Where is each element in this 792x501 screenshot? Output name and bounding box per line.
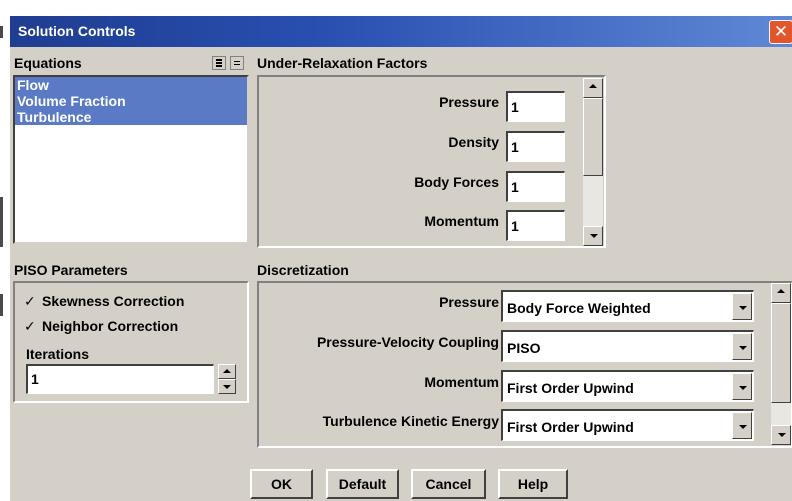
urf-density-label: Density — [448, 134, 499, 150]
list-item[interactable]: Turbulence — [15, 109, 247, 125]
help-button[interactable]: Help — [498, 469, 568, 499]
disc-momentum-select[interactable]: First Order Upwind — [501, 370, 754, 402]
spin-down-button[interactable] — [218, 379, 236, 394]
urf-density-field[interactable]: 1 — [506, 131, 565, 162]
up-arrow-icon — [223, 369, 231, 373]
urf-momentum-label: Momentum — [424, 213, 499, 229]
window-title: Solution Controls — [18, 23, 136, 39]
scroll-thumb[interactable] — [771, 303, 791, 403]
down-arrow-icon — [590, 234, 598, 238]
discretization-scrollbar[interactable] — [771, 283, 791, 445]
disc-tke-value: First Order Upwind — [507, 419, 634, 435]
chevron-down-icon — [739, 425, 747, 429]
dropdown-button[interactable] — [732, 373, 752, 400]
urf-scrollbar[interactable] — [583, 78, 603, 246]
dropdown-button[interactable] — [732, 333, 752, 360]
desktop-edge-mark — [0, 197, 3, 247]
chevron-down-icon — [739, 346, 747, 350]
desktop-edge — [0, 0, 10, 501]
down-arrow-icon — [223, 385, 231, 389]
list-item[interactable]: Flow — [15, 77, 247, 93]
dropdown-button[interactable] — [732, 412, 752, 439]
urf-body-forces-label: Body Forces — [414, 174, 499, 190]
check-icon: ✓ — [24, 318, 36, 334]
piso-label: PISO Parameters — [14, 262, 128, 278]
desktop-edge-mark — [0, 26, 3, 38]
title-bar: Solution Controls ✕ — [10, 16, 792, 47]
skewness-correction-label: Skewness Correction — [42, 293, 185, 309]
disc-pressure-label: Pressure — [439, 294, 499, 310]
urf-label: Under-Relaxation Factors — [257, 55, 428, 71]
disc-pressure-value: Body Force Weighted — [507, 300, 651, 316]
urf-pressure-field[interactable]: 1 — [506, 91, 565, 122]
neighbor-correction-label: Neighbor Correction — [42, 318, 179, 334]
disc-pv-coupling-value: PISO — [507, 340, 541, 356]
urf-momentum-field[interactable]: 1 — [506, 210, 565, 241]
disc-pressure-select[interactable]: Body Force Weighted — [501, 290, 754, 322]
iterations-spinner[interactable] — [218, 364, 236, 394]
default-button[interactable]: Default — [326, 469, 399, 499]
neighbor-correction-checkbox[interactable]: ✓ Neighbor Correction — [24, 318, 244, 336]
scroll-thumb[interactable] — [583, 98, 603, 176]
chevron-down-icon — [739, 306, 747, 310]
scroll-down-button[interactable] — [771, 425, 791, 445]
skewness-correction-checkbox[interactable]: ✓ Skewness Correction — [24, 293, 244, 311]
close-button[interactable]: ✕ — [769, 20, 792, 44]
list-item[interactable]: Volume Fraction — [15, 93, 247, 109]
deselect-all-icon[interactable] — [230, 56, 244, 70]
down-arrow-icon — [778, 433, 786, 437]
cancel-button[interactable]: Cancel — [411, 469, 486, 499]
select-all-icon[interactable] — [212, 56, 226, 70]
spin-up-button[interactable] — [218, 364, 236, 379]
desktop-edge-mark — [0, 294, 3, 316]
ok-button[interactable]: OK — [250, 469, 313, 499]
equations-label: Equations — [14, 55, 82, 71]
check-icon: ✓ — [24, 293, 36, 309]
disc-momentum-label: Momentum — [424, 374, 499, 390]
iterations-label: Iterations — [26, 346, 90, 362]
scroll-down-button[interactable] — [583, 226, 603, 246]
up-arrow-icon — [777, 289, 785, 293]
dropdown-button[interactable] — [732, 293, 752, 320]
chevron-down-icon — [739, 386, 747, 390]
disc-tke-label: Turbulence Kinetic Energy — [322, 413, 499, 429]
disc-pv-coupling-select[interactable]: PISO — [501, 330, 754, 362]
urf-body-forces-field[interactable]: 1 — [506, 171, 565, 202]
equations-listbox[interactable]: Flow Volume Fraction Turbulence — [13, 75, 249, 244]
disc-momentum-value: First Order Upwind — [507, 380, 634, 396]
disc-tke-select[interactable]: First Order Upwind — [501, 409, 754, 441]
scroll-up-button[interactable] — [771, 283, 791, 303]
scroll-up-button[interactable] — [583, 78, 603, 98]
close-icon: ✕ — [773, 22, 789, 41]
disc-pv-coupling-label: Pressure-Velocity Coupling — [316, 334, 499, 350]
up-arrow-icon — [589, 84, 597, 88]
discretization-label: Discretization — [257, 262, 349, 278]
iterations-field[interactable]: 1 — [26, 364, 214, 394]
urf-pressure-label: Pressure — [439, 94, 499, 110]
